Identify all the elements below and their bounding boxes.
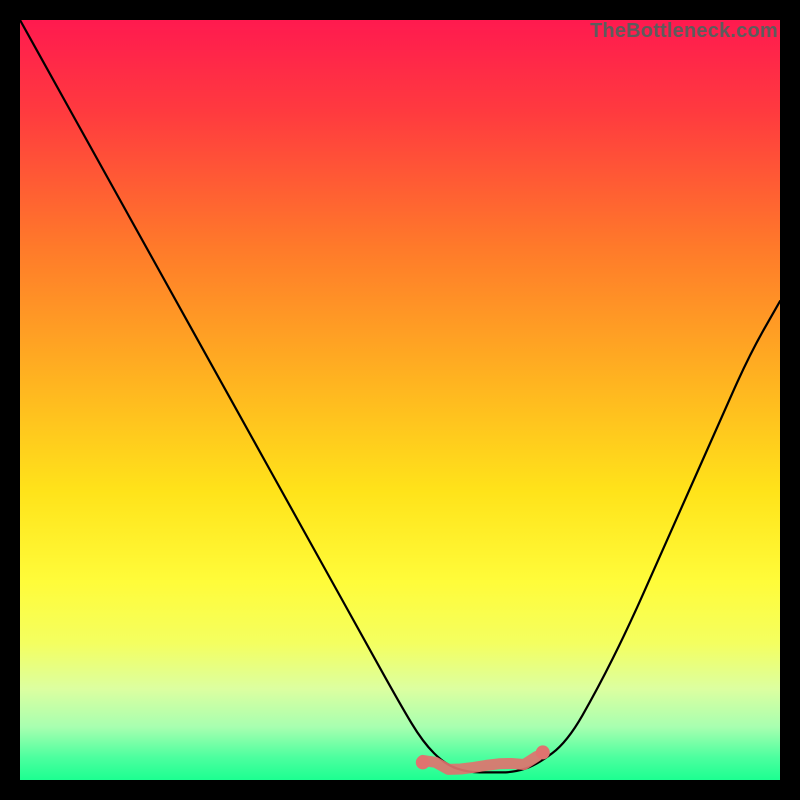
optimal-zone-markers (416, 745, 550, 769)
bottleneck-curve (20, 20, 780, 772)
watermark-text: TheBottleneck.com (590, 20, 778, 43)
plot-area: TheBottleneck.com (20, 20, 780, 780)
curve-layer (20, 20, 780, 780)
chart-frame: TheBottleneck.com (0, 0, 800, 800)
